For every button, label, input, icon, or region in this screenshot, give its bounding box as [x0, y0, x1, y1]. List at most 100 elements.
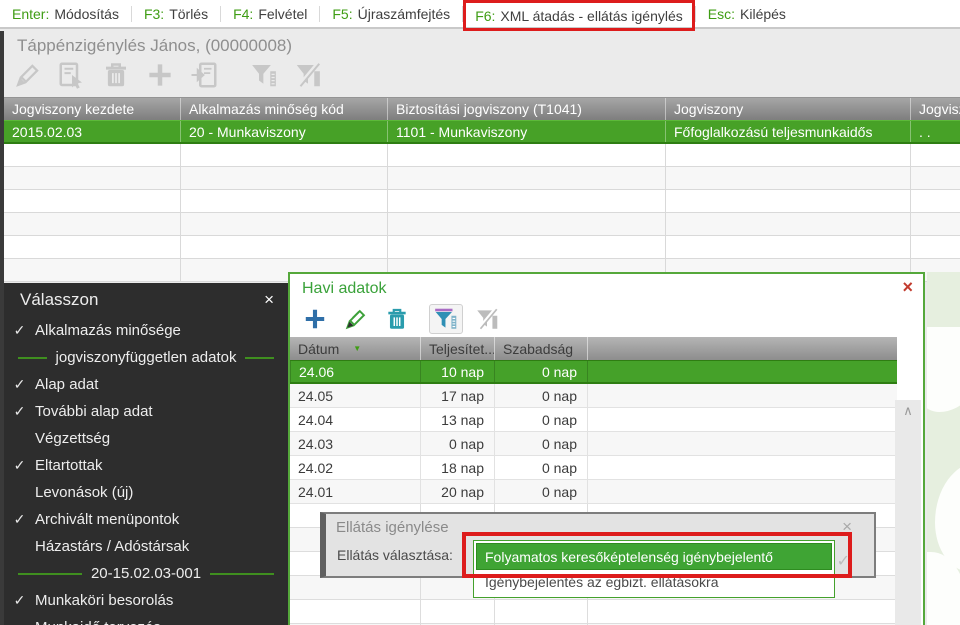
- menu-item-ujraszamfejtes[interactable]: F5: Újraszámfejtés: [320, 0, 462, 28]
- filter-icon[interactable]: [248, 59, 279, 90]
- cell-szabadsag: 0 nap: [494, 456, 587, 479]
- column-header-jogvisz-truncated[interactable]: Jogvisz: [910, 98, 960, 120]
- column-header-label: Dátum: [298, 340, 340, 357]
- delete-icon[interactable]: [380, 304, 414, 334]
- panel-item-label: Végzettség: [35, 430, 111, 447]
- column-header-datum[interactable]: Dátum ▼: [290, 337, 420, 360]
- menu-item-felvetel[interactable]: F4: Felvétel: [221, 0, 319, 28]
- add-icon[interactable]: [144, 59, 175, 90]
- havi-row[interactable]: 24.01 20 nap 0 nap: [290, 480, 897, 504]
- panel-item-label: Munkaköri besorolás: [35, 592, 174, 609]
- panel-item-munkaido-tervezes[interactable]: Munkaidő tervezés: [4, 614, 288, 625]
- separator-label: jogviszonyfüggetlen adatok: [55, 349, 237, 366]
- havi-toolbar: [290, 301, 923, 337]
- gridline: [665, 144, 666, 282]
- filter-icon[interactable]: [429, 304, 463, 334]
- close-icon[interactable]: ×: [264, 290, 274, 310]
- valasszon-panel: Válasszon × ✓ Alkalmazás minősége jogvis…: [4, 283, 288, 625]
- transfer-icon[interactable]: [188, 59, 219, 90]
- panel-item-alkalmazas-minosege[interactable]: ✓ Alkalmazás minősége: [4, 317, 288, 344]
- dropdown-option-selected[interactable]: Folyamatos keresőképtelenség igénybejele…: [476, 543, 832, 570]
- close-icon[interactable]: ×: [902, 278, 913, 296]
- cell-datum: 24.04: [298, 411, 334, 428]
- edit-icon[interactable]: [339, 304, 373, 334]
- cell-filler: [587, 408, 897, 431]
- main-toolbar: [12, 59, 323, 90]
- menu-item-xml-atadas-highlighted[interactable]: F6: XML átadás - ellátás igénylés: [463, 0, 695, 31]
- cell-szabadsag: 0 nap: [494, 384, 587, 407]
- edit-icon[interactable]: [12, 59, 43, 90]
- dropdown-option[interactable]: Igénybejelentés az egbizt. ellátásokra: [476, 570, 832, 595]
- panel-item-vegzettseg[interactable]: Végzettség: [4, 425, 288, 452]
- panel-item-levonasok-uj[interactable]: Levonások (új): [4, 479, 288, 506]
- column-header-jogviszony-kezdete[interactable]: Jogviszony kezdete: [4, 98, 180, 120]
- menu-item-modositas[interactable]: Enter: Módosítás: [0, 0, 131, 28]
- havi-row[interactable]: 24.02 18 nap 0 nap: [290, 456, 897, 480]
- column-header-alkalmazas-minoseg-kod[interactable]: Alkalmazás minőség kód: [180, 98, 387, 120]
- menu-item-torles[interactable]: F3: Törlés: [132, 0, 220, 28]
- cell-datum: 24.06: [290, 361, 420, 382]
- scroll-up-icon[interactable]: ∧: [895, 400, 921, 422]
- column-header-biztositasi-jogviszony[interactable]: Biztosítási jogviszony (T1041): [387, 98, 665, 120]
- column-header-teljesitett[interactable]: Teljesítet...: [420, 337, 494, 360]
- cell-teljesitett: 0 nap: [420, 432, 494, 455]
- menu-key: Esc:: [707, 5, 736, 22]
- column-header-jogviszony[interactable]: Jogviszony: [665, 98, 910, 120]
- vertical-scrollbar[interactable]: ∧: [895, 400, 921, 625]
- menu-label: XML átadás - ellátás igénylés: [500, 7, 683, 24]
- menu-label: Módosítás: [54, 5, 119, 22]
- separator-line: [18, 572, 82, 575]
- dialog-title: Havi adatok: [302, 280, 387, 297]
- panel-item-munkakori-besorolas[interactable]: ✓ Munkaköri besorolás: [4, 587, 288, 614]
- check-icon: ✓: [13, 592, 26, 608]
- panel-item-label: Alkalmazás minősége: [35, 322, 181, 339]
- watermark-shape: [927, 327, 960, 412]
- menu-label: Újraszámfejtés: [357, 5, 451, 22]
- menu-label: Felvétel: [258, 5, 308, 22]
- separator-line: [18, 356, 47, 359]
- separator-line: [210, 572, 274, 575]
- panel-item-eltartottak[interactable]: ✓ Eltartottak: [4, 452, 288, 479]
- select-record-icon[interactable]: [56, 59, 87, 90]
- valasszon-menu-list: ✓ Alkalmazás minősége jogviszonyfüggetle…: [4, 317, 288, 625]
- panel-item-tovabbi-alap-adat[interactable]: ✓ További alap adat: [4, 398, 288, 425]
- clear-filter-icon[interactable]: [292, 59, 323, 90]
- cell-szabadsag: 0 nap: [494, 432, 587, 455]
- havi-row[interactable]: 24.05 17 nap 0 nap: [290, 384, 897, 408]
- menu-item-kilepes[interactable]: Esc: Kilépés: [696, 0, 798, 28]
- cell-datum: 24.01: [298, 483, 334, 500]
- cell-datum: 24.03: [298, 435, 334, 452]
- dialog-title: Ellátás igénylése: [336, 519, 449, 536]
- column-header-filler: [587, 337, 897, 360]
- check-icon: ✓: [13, 376, 26, 392]
- cell-jogviszony: Főfoglalkozású teljesmunkaidős: [665, 121, 910, 142]
- close-icon[interactable]: ×: [842, 517, 852, 537]
- panel-item-label: Házastárs / Adóstársak: [35, 538, 190, 555]
- table-row-selected[interactable]: 2015.02.03 20 - Munkaviszony 1101 - Munk…: [4, 120, 960, 144]
- delete-icon[interactable]: [100, 59, 131, 90]
- add-icon[interactable]: [298, 304, 332, 334]
- separator-label: 20-15.02.03-001: [90, 565, 202, 582]
- cell-szabadsag: 0 nap: [494, 361, 587, 382]
- gridline: [180, 144, 181, 282]
- panel-item-label: Levonások (új): [35, 484, 134, 501]
- sort-descending-icon: ▼: [353, 344, 362, 353]
- function-key-menubar: Enter: Módosítás F3: Törlés F4: Felvétel…: [0, 0, 960, 31]
- havi-row[interactable]: 24.04 13 nap 0 nap: [290, 408, 897, 432]
- havi-row-selected[interactable]: 24.06 10 nap 0 nap: [290, 360, 897, 384]
- background-logo-watermark: [927, 272, 960, 625]
- clear-filter-icon[interactable]: [470, 304, 504, 334]
- panel-item-hazastars-adostarsak[interactable]: Házastárs / Adóstársak: [4, 533, 288, 560]
- menu-label: Törlés: [169, 5, 209, 22]
- confirm-check-icon[interactable]: ✓: [837, 551, 850, 571]
- column-header-szabadsag[interactable]: Szabadság: [494, 337, 587, 360]
- panel-item-alap-adat[interactable]: ✓ Alap adat: [4, 371, 288, 398]
- jogviszony-table: Jogviszony kezdete Alkalmazás minőség kó…: [4, 97, 960, 282]
- page-title: Táppénzigénylés János, (00000008): [17, 36, 293, 55]
- havi-row[interactable]: 24.03 0 nap 0 nap: [290, 432, 897, 456]
- cell-filler: [587, 456, 897, 479]
- menu-label: Kilépés: [740, 5, 786, 22]
- cell-filler: [587, 384, 897, 407]
- menu-key: F6:: [475, 7, 496, 24]
- panel-item-archivalt-menupontok[interactable]: ✓ Archivált menüpontok: [4, 506, 288, 533]
